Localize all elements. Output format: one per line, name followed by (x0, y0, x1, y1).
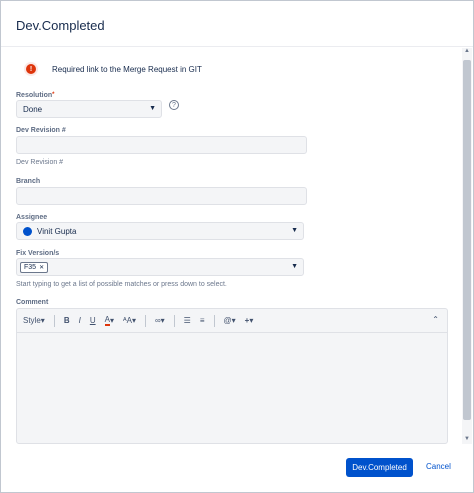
fix-versions-multiselect[interactable]: F35 ✕ ▼ (16, 258, 304, 276)
cancel-link[interactable]: Cancel (426, 462, 451, 471)
dev-revision-input[interactable] (16, 136, 307, 154)
text-color-button[interactable]: A ▾ (104, 315, 114, 326)
branch-label: Branch (16, 178, 41, 185)
comment-textarea[interactable] (17, 334, 447, 443)
bold-button[interactable]: B (64, 316, 70, 325)
text-size-button[interactable]: ᴬA ▾ (123, 316, 136, 325)
help-icon[interactable]: ? (169, 100, 179, 110)
scroll-down-icon[interactable]: ▼ (464, 436, 470, 442)
dev-revision-hint: Dev Revision # (16, 159, 64, 166)
required-marker: * (52, 92, 55, 98)
scroll-up-icon[interactable]: ▲ (464, 48, 470, 54)
remove-tag-icon[interactable]: ✕ (39, 264, 44, 271)
bullet-list-icon[interactable]: ☰ (184, 316, 191, 325)
warning-text: Required link to the Merge Request in GI… (52, 64, 202, 74)
chevron-down-icon: ▼ (149, 105, 156, 112)
chevron-down-icon: ▼ (291, 263, 298, 270)
dialog-header: Dev.Completed (1, 1, 473, 47)
warning-message: ! Required link to the Merge Request in … (24, 62, 202, 76)
comment-label: Comment (16, 299, 49, 306)
assignee-label: Assignee (16, 214, 48, 221)
resolution-value: Done (23, 104, 43, 114)
insert-button[interactable]: + ▾ (245, 316, 254, 325)
avatar (23, 226, 32, 236)
scroll-thumb[interactable] (463, 60, 471, 420)
dev-revision-label: Dev Revision # (16, 127, 66, 134)
assignee-select[interactable]: Vinit Gupta ▼ (16, 222, 304, 240)
branch-input[interactable] (16, 187, 307, 205)
editor-toolbar: Style ▾ B I U A ▾ ᴬA ▾ ∞ ▾ ☰ ≡ @ ▾ + ▾ ⌃ (17, 309, 447, 333)
error-icon: ! (24, 62, 38, 76)
italic-button[interactable]: I (79, 316, 81, 325)
link-button[interactable]: ∞ ▾ (155, 316, 165, 325)
chevron-down-icon: ▼ (291, 227, 298, 234)
assignee-value: Vinit Gupta (37, 226, 77, 236)
dialog-title: Dev.Completed (16, 18, 105, 33)
scrollbar[interactable]: ▲ ▼ (462, 48, 472, 444)
transition-dialog: Dev.Completed ! Required link to the Mer… (0, 0, 474, 493)
resolution-label: Resolution* (16, 92, 55, 99)
dialog-body: ! Required link to the Merge Request in … (1, 48, 461, 444)
fix-versions-label: Fix Version/s (16, 250, 60, 257)
fix-versions-hint: Start typing to get a list of possible m… (16, 281, 227, 288)
link-icon: ∞ (154, 316, 161, 325)
underline-button[interactable]: U (90, 316, 96, 325)
mention-button[interactable]: @ ▾ (224, 316, 236, 325)
version-tag[interactable]: F35 ✕ (20, 261, 49, 273)
collapse-toolbar-icon[interactable]: ⌃ (432, 315, 439, 324)
resolution-select[interactable]: Done ▼ (16, 100, 162, 118)
numbered-list-icon[interactable]: ≡ (200, 316, 205, 325)
dev-completed-button[interactable]: Dev.Completed (346, 458, 413, 477)
dialog-footer: Dev.Completed Cancel (1, 444, 473, 492)
comment-editor: Style ▾ B I U A ▾ ᴬA ▾ ∞ ▾ ☰ ≡ @ ▾ + ▾ ⌃ (16, 308, 448, 444)
style-dropdown[interactable]: Style ▾ (23, 316, 45, 325)
